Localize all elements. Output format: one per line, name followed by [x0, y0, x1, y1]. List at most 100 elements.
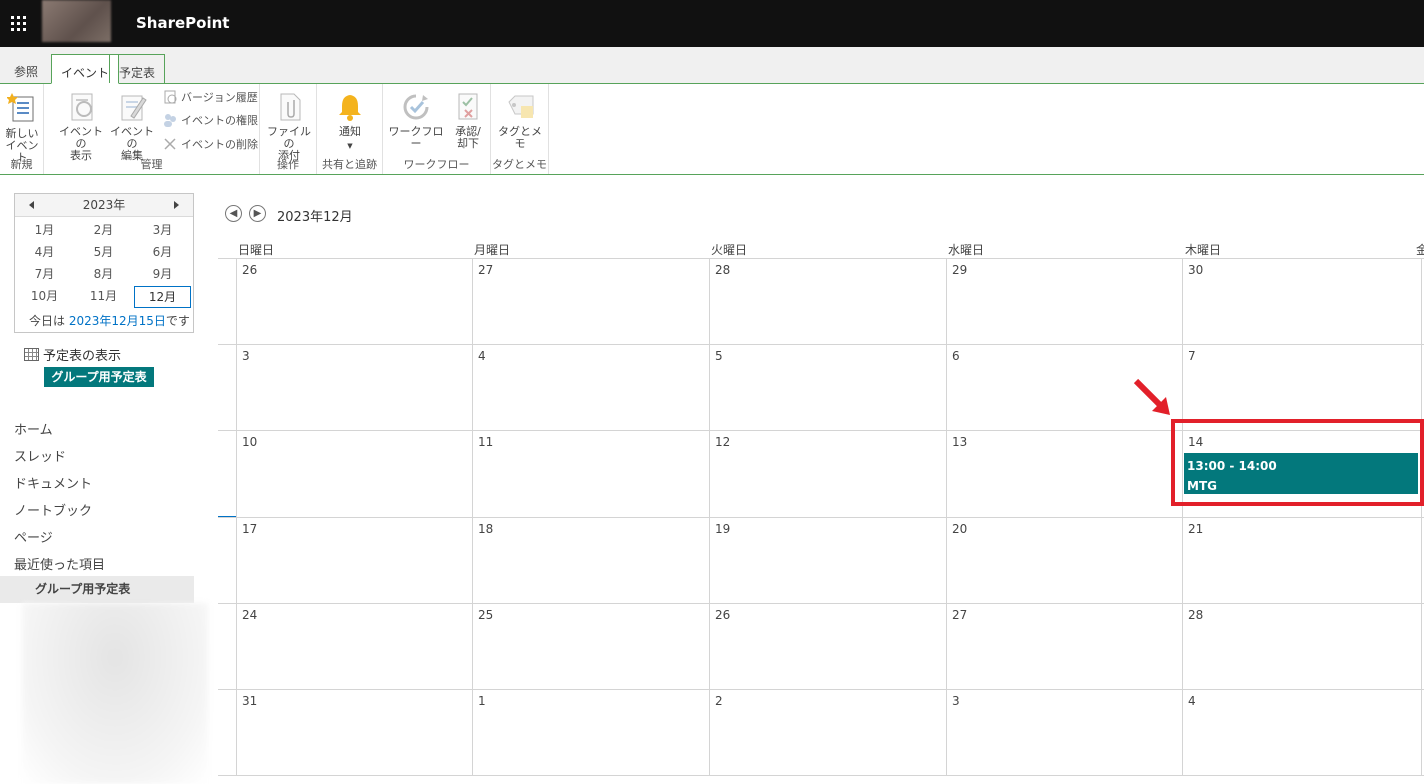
day-number[interactable]: 27 [478, 263, 493, 277]
new-event-button[interactable]: 新しい イベント [3, 90, 41, 164]
next-year-icon[interactable] [174, 201, 179, 209]
notify-button[interactable]: 通知 ▼ [330, 92, 370, 152]
prev-month-icon[interactable]: ◀ [225, 205, 242, 222]
event-permissions-label: イベントの権限 [181, 114, 258, 127]
grid-row-line [218, 517, 1424, 518]
calendar-month-title: 2023年12月 [277, 210, 353, 225]
month-cell[interactable]: 6月 [133, 242, 192, 264]
month-cell[interactable]: 5月 [74, 242, 133, 264]
nav-item-documents[interactable]: ドキュメント [14, 473, 92, 492]
nav-item-group-calendar[interactable]: グループ用予定表 [0, 576, 194, 603]
month-cell[interactable]: 8月 [74, 264, 133, 286]
next-month-icon[interactable]: ▶ [249, 205, 266, 222]
group-label-tags: タグとメモ [492, 158, 547, 171]
version-history-label: バージョン履歴 [181, 91, 258, 104]
month-cell[interactable]: 11月 [74, 286, 133, 308]
new-event-icon [7, 93, 34, 122]
month-cell[interactable]: 3月 [133, 220, 192, 242]
month-cell[interactable]: 2月 [74, 220, 133, 242]
prev-year-icon[interactable] [29, 201, 34, 209]
day-number[interactable]: 13 [952, 435, 967, 449]
calendar-view-text: 予定表の表示 [43, 349, 122, 364]
approve-reject-icon [458, 93, 478, 120]
grid-col-line [472, 258, 473, 775]
day-number[interactable]: 28 [1188, 608, 1203, 622]
weekday-mon: 月曜日 [474, 243, 511, 257]
edit-event-label-1: イベントの [110, 125, 154, 150]
day-number[interactable]: 20 [952, 522, 967, 536]
month-cell[interactable]: 7月 [15, 264, 74, 286]
day-number[interactable]: 29 [952, 263, 967, 277]
day-number[interactable]: 19 [715, 522, 730, 536]
calendar-icon [24, 348, 39, 361]
day-number[interactable]: 2 [715, 694, 723, 708]
tab-calendar[interactable]: 予定表 [109, 54, 166, 83]
month-cell[interactable]: 9月 [133, 264, 192, 286]
day-number[interactable]: 10 [242, 435, 257, 449]
workflow-label: ワークフロー [388, 125, 444, 150]
suite-bar: SharePoint [0, 0, 1424, 47]
day-number[interactable]: 12 [715, 435, 730, 449]
date-picker: 2023年 1月 2月 3月 4月 5月 6月 7月 8月 9月 10月 11月 12月 今日は 20… [14, 193, 194, 333]
tab-browse[interactable]: 参照 [14, 63, 38, 80]
day-number[interactable]: 28 [715, 263, 730, 277]
day-number[interactable]: 5 [715, 349, 723, 363]
grid-row-line [218, 603, 1424, 604]
day-number[interactable]: 30 [1188, 263, 1203, 277]
day-number[interactable]: 3 [242, 349, 250, 363]
day-number[interactable]: 27 [952, 608, 967, 622]
today-link[interactable]: 2023年12月15日 [69, 314, 166, 328]
day-number[interactable]: 3 [952, 694, 960, 708]
day-number[interactable]: 18 [478, 522, 493, 536]
day-number[interactable]: 26 [715, 608, 730, 622]
nav-item-recent[interactable]: 最近使った項目 [14, 554, 105, 573]
app-launcher-icon[interactable] [0, 0, 36, 47]
version-history-icon [164, 90, 177, 104]
day-number[interactable]: 26 [242, 263, 257, 277]
day-number[interactable]: 11 [478, 435, 493, 449]
nav-item-notebook[interactable]: ノートブック [14, 500, 92, 519]
view-event-label-1: イベントの [59, 125, 103, 150]
month-cell[interactable]: 1月 [15, 220, 74, 242]
ribbon-group-share: 通知 ▼ 共有と追跡 [317, 84, 383, 174]
group-calendar-button[interactable]: グループ用予定表 [44, 367, 154, 387]
month-grid: 1月 2月 3月 4月 5月 6月 7月 8月 9月 10月 11月 12月 [15, 220, 193, 308]
day-number[interactable]: 17 [242, 522, 257, 536]
day-number[interactable]: 4 [478, 349, 486, 363]
group-label-share: 共有と追跡 [322, 158, 377, 171]
group-label-workflow: ワークフロー [403, 158, 470, 171]
grid-col-line [1421, 258, 1422, 775]
grid-col-line [709, 258, 710, 775]
nav-item-home[interactable]: ホーム [14, 419, 53, 438]
grid-row-line [218, 344, 1424, 345]
delete-event-button: イベントの削除 [162, 136, 258, 152]
workflow-icon [403, 94, 429, 120]
brand-title[interactable]: SharePoint [136, 14, 229, 32]
site-logo[interactable] [42, 0, 111, 42]
day-number[interactable]: 4 [1188, 694, 1196, 708]
day-number[interactable]: 1 [478, 694, 486, 708]
blurred-region [22, 603, 208, 784]
ribbon-tab-bar: 参照 イベント 予定表 [0, 47, 1424, 84]
month-cell[interactable]: 10月 [15, 286, 74, 308]
day-number[interactable]: 25 [478, 608, 493, 622]
day-number[interactable]: 31 [242, 694, 257, 708]
day-number[interactable]: 7 [1188, 349, 1196, 363]
month-cell[interactable]: 12月 [134, 286, 191, 308]
weekday-sun: 日曜日 [238, 243, 275, 257]
date-picker-year: 2023年 [82, 198, 126, 212]
month-cell[interactable]: 4月 [15, 242, 74, 264]
annotation-highlight-box [1171, 419, 1424, 506]
notify-dropdown-icon[interactable]: ▼ [330, 140, 370, 152]
nav-item-pages[interactable]: ページ [14, 527, 53, 546]
tags-notes-button: タグとメモ [497, 92, 543, 150]
day-number[interactable]: 24 [242, 608, 257, 622]
day-number[interactable]: 21 [1188, 522, 1203, 536]
ribbon-group-manage: イベントの 表示 イベントの 編集 バージョン履歴 イベントの権限 イベントの削… [44, 84, 260, 174]
grid-col-line [1182, 258, 1183, 775]
ribbon-group-actions: ファイルの 添付 操作 [260, 84, 317, 174]
annotation-arrow-icon [1133, 378, 1170, 415]
nav-item-threads[interactable]: スレッド [14, 446, 66, 465]
grid-row-line [218, 258, 1424, 259]
day-number[interactable]: 6 [952, 349, 960, 363]
